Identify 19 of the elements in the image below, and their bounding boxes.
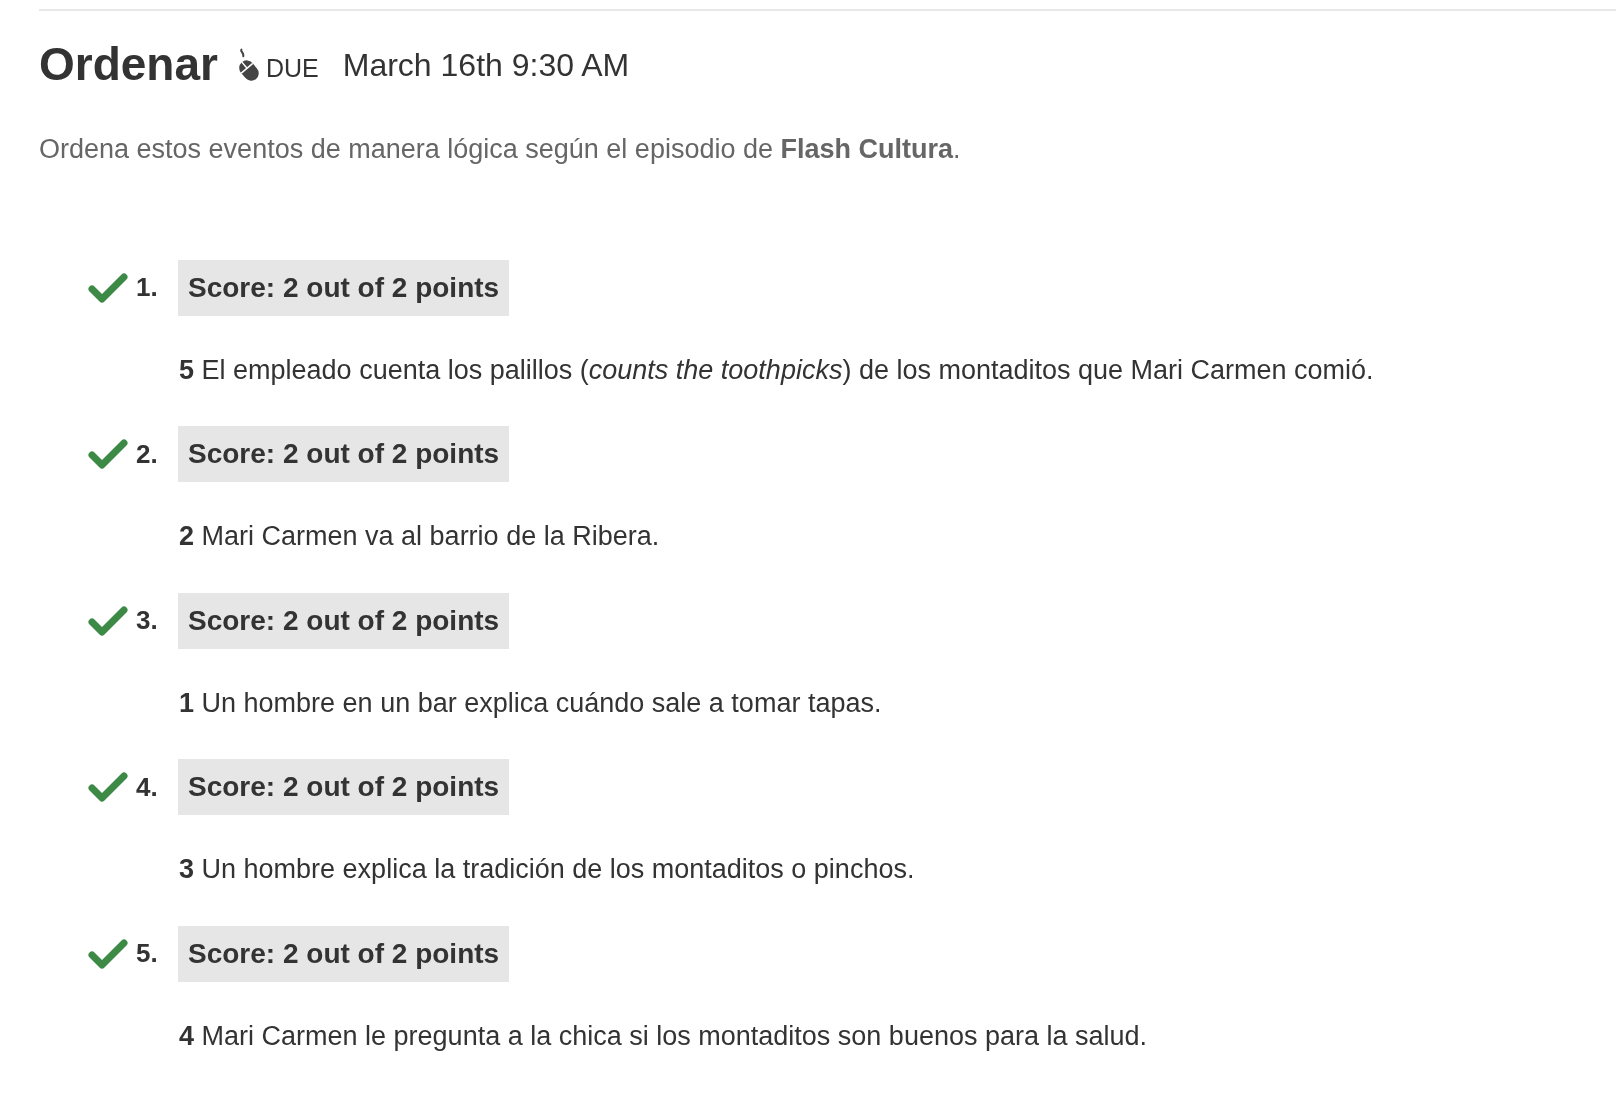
score-label: Score: 2 out of 2 points [178, 759, 510, 815]
instructions-text: Ordena estos eventos de manera lógica según el episodio de Flash Cultura. [39, 133, 962, 166]
score-label: Score: 2 out of 2 points [178, 925, 510, 982]
due-date: March 16th 9:30 AM [342, 46, 630, 85]
answer-text: 4 Mari Carmen le pregunta a la chica si los montaditos son buenos para la salud. [179, 1019, 1149, 1053]
question-number: 2. [136, 437, 159, 471]
page-title: Ordenar [39, 41, 218, 87]
question-number: 5. [136, 937, 159, 970]
score-label: Score: 2 out of 2 points [178, 259, 510, 316]
score-label: Score: 2 out of 2 points [178, 592, 510, 649]
score-label: Score: 2 out of 2 points [178, 426, 510, 482]
question-number: 1. [136, 271, 159, 304]
question-number: 4. [136, 770, 159, 804]
answer-text: 2 Mari Carmen va al barrio de la Ribera. [179, 520, 661, 553]
question-number: 3. [136, 604, 159, 637]
answer-text: 3 Un hombre explica la tradición de los montaditos o pinchos. [179, 853, 916, 886]
answer-text: 5 El empleado cuenta los palillos (counts the toothpicks) de los montaditos que Mari Carmen comió. [179, 353, 1375, 387]
answer-text: 1 Un hombre en un bar explica cuándo sale a tomar tapas. [179, 686, 883, 720]
due-label: DUE [265, 52, 319, 84]
